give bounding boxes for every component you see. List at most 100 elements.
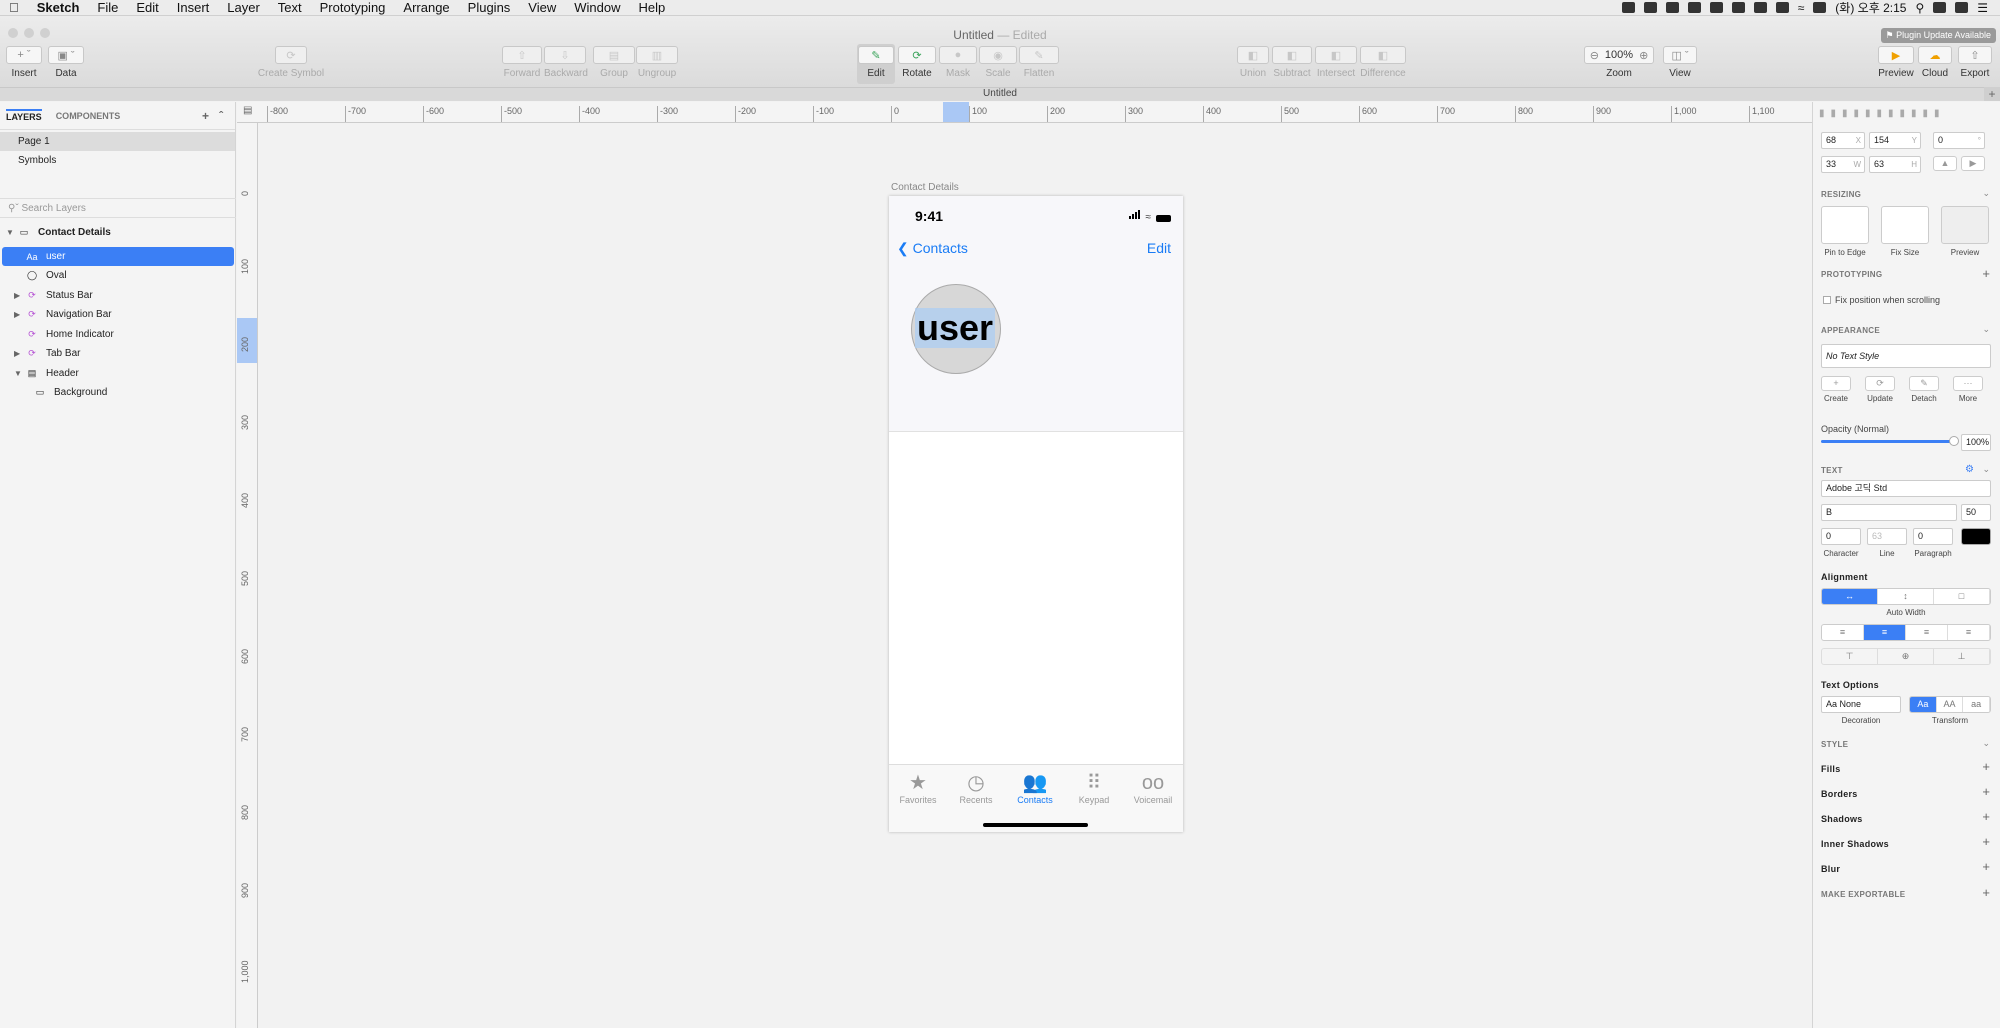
opacity-slider[interactable]	[1821, 440, 1953, 443]
create-style-icon[interactable]: +	[1821, 376, 1851, 391]
group-button[interactable]: ▤ Group	[593, 46, 635, 79]
chevron-down-icon[interactable]: ⌄	[1982, 464, 1990, 475]
fix-position-checkbox[interactable]	[1823, 296, 1831, 304]
opacity-input[interactable]: 100%	[1961, 434, 1991, 451]
status-icon[interactable]	[1775, 2, 1789, 13]
layer-item-home-indicator[interactable]: ⟳ Home Indicator	[0, 325, 236, 344]
more-options-icon[interactable]: ···	[1953, 376, 1983, 391]
layer-item-status-bar[interactable]: ▶ ⟳ Status Bar	[0, 286, 236, 305]
status-icon[interactable]	[1665, 2, 1679, 13]
zoom-stepper[interactable]: ⊖ 100% ⊕	[1584, 46, 1654, 64]
wifi-icon[interactable]: ≈	[1798, 1, 1805, 15]
difference-button[interactable]: ◧ Difference	[1360, 46, 1406, 79]
fixed-size-icon[interactable]: □	[1934, 589, 1990, 604]
mask-button[interactable]: ● Mask	[939, 46, 977, 79]
menu-plugins[interactable]: Plugins	[459, 0, 520, 15]
zoom-control[interactable]: ⊖ 100% ⊕ Zoom	[1584, 46, 1654, 79]
add-export-plus-icon[interactable]: +	[1982, 885, 1990, 900]
line-height-input[interactable]: 63	[1867, 528, 1907, 545]
siri-icon[interactable]	[1933, 2, 1947, 13]
export-button[interactable]: ⇧ Export	[1958, 46, 1992, 79]
align-center-icon[interactable]: ≡	[1864, 625, 1906, 640]
menu-prototyping[interactable]: Prototyping	[311, 0, 395, 15]
cloud-button[interactable]: ☁ Cloud	[1918, 46, 1952, 79]
input-source-icon[interactable]	[1813, 2, 1827, 13]
horizontal-ruler[interactable]: -800 -700 -600 -500 -400 -300 -200 -100 …	[237, 102, 1812, 123]
backward-button[interactable]: ⇩ Backward	[544, 46, 588, 79]
page-item[interactable]: Page 1	[0, 132, 235, 151]
decoration-dropdown[interactable]: Aa None	[1821, 696, 1901, 713]
transform-none-option[interactable]: Aa	[1910, 697, 1937, 712]
tab-components[interactable]: COMPONENTS	[56, 111, 121, 121]
add-inner-shadow-plus-icon[interactable]: +	[1982, 834, 1990, 849]
text-style-dropdown[interactable]: No Text Style	[1821, 344, 1991, 368]
rotate-button[interactable]: ⟳ Rotate	[898, 46, 936, 79]
vertical-ruler[interactable]: 0 100 200 300 400 500 600 700 800 900 1,…	[237, 123, 258, 1028]
add-fill-plus-icon[interactable]: +	[1982, 759, 1990, 774]
text-settings-gear-icon[interactable]: ⚙	[1965, 464, 1974, 475]
menu-layer[interactable]: Layer	[218, 0, 269, 15]
rotation-input[interactable]: 0 °	[1933, 132, 1985, 149]
transform-lowercase-option[interactable]: aa	[1963, 697, 1990, 712]
flip-vertical-icon[interactable]: ▶	[1961, 156, 1985, 171]
menu-text[interactable]: Text	[269, 0, 311, 15]
forward-button[interactable]: ⇧ Forward	[502, 46, 542, 79]
edit-button[interactable]: ✎ Edit	[858, 46, 894, 79]
view-button[interactable]: ◫ ˇ View	[1663, 46, 1697, 79]
tab-keypad[interactable]: ⠿ Keypad	[1065, 771, 1123, 805]
disclosure-closed-icon[interactable]: ▶	[14, 349, 24, 358]
font-weight-dropdown[interactable]: B	[1821, 504, 1957, 521]
disclosure-open-icon[interactable]: ▼	[14, 369, 24, 378]
tab-favorites[interactable]: ★ Favorites	[889, 771, 947, 805]
text-behaviour-segmented[interactable]: ↔ ↕ □	[1821, 588, 1991, 605]
tab-bar[interactable]: ★ Favorites ◷ Recents 👥 Contacts ⠿ Keypa…	[889, 764, 1183, 832]
fix-size-control[interactable]	[1881, 206, 1929, 244]
insert-button[interactable]: + ˇ Insert	[6, 46, 42, 79]
add-border-plus-icon[interactable]: +	[1982, 784, 1990, 799]
add-blur-plus-icon[interactable]: +	[1982, 859, 1990, 874]
align-toolbar-icons[interactable]: ▮▮▮▮▮▮▮▮▮▮▮	[1819, 108, 1946, 119]
collapse-chevron-up-icon[interactable]: ˆ	[219, 109, 223, 123]
tab-layers[interactable]: LAYERS	[6, 109, 42, 122]
zoom-out-icon[interactable]: ⊖	[1590, 49, 1599, 62]
union-button[interactable]: ◧ Union	[1237, 46, 1269, 79]
text-color-swatch[interactable]	[1961, 528, 1991, 545]
layer-item-header[interactable]: ▼ ▤ Header	[0, 364, 236, 383]
align-middle-icon[interactable]: ⊕	[1878, 649, 1934, 664]
avatar-user-text[interactable]: user	[915, 308, 996, 348]
header-background[interactable]: 9:41 ≈ ❮ Contacts Edit user	[889, 196, 1183, 432]
transform-segmented[interactable]: Aa AA aa	[1909, 696, 1991, 713]
layer-artboard-contact-details[interactable]: ▼ ▭ Contact Details	[0, 223, 236, 242]
auto-height-icon[interactable]: ↕	[1878, 589, 1934, 604]
zoom-in-icon[interactable]: ⊕	[1639, 49, 1648, 62]
opacity-slider-handle[interactable]	[1949, 436, 1959, 446]
add-prototyping-plus-icon[interactable]: +	[1982, 266, 1990, 281]
align-justify-icon[interactable]: ≡	[1948, 625, 1990, 640]
create-symbol-button[interactable]: ⟳ Create Symbol	[256, 46, 326, 79]
back-button[interactable]: ❮ Contacts	[897, 240, 968, 257]
layer-item-oval[interactable]: ◯ Oval	[0, 266, 236, 285]
text-alignment-segmented[interactable]: ≡ ≡ ≡ ≡	[1821, 624, 1991, 641]
notification-center-icon[interactable]: ☰	[1977, 1, 1988, 15]
pin-to-edge-control[interactable]	[1821, 206, 1869, 244]
menu-window[interactable]: Window	[565, 0, 629, 15]
flip-horizontal-icon[interactable]: ▲	[1933, 156, 1957, 171]
chevron-down-icon[interactable]: ⌄	[1982, 738, 1990, 749]
status-icon[interactable]	[1731, 2, 1745, 13]
add-page-plus-icon[interactable]: +	[202, 109, 209, 123]
status-icon[interactable]	[1753, 2, 1767, 13]
align-left-icon[interactable]: ≡	[1822, 625, 1864, 640]
search-layers-input[interactable]: ⚲ˇ Search Layers	[0, 198, 236, 218]
align-right-icon[interactable]: ≡	[1906, 625, 1948, 640]
chevron-down-icon[interactable]: ⌄	[1982, 324, 1990, 335]
y-position-input[interactable]: 154 Y	[1869, 132, 1921, 149]
font-family-dropdown[interactable]: Adobe 고딕 Std	[1821, 480, 1991, 497]
height-input[interactable]: 63 H	[1869, 156, 1921, 173]
page-item[interactable]: Symbols	[0, 151, 235, 170]
add-shadow-plus-icon[interactable]: +	[1982, 809, 1990, 824]
tab-contacts[interactable]: 👥 Contacts	[1006, 771, 1064, 805]
character-spacing-input[interactable]: 0	[1821, 528, 1861, 545]
apple-icon[interactable]: 	[0, 0, 28, 15]
scale-button[interactable]: ◉ Scale	[979, 46, 1017, 79]
menu-insert[interactable]: Insert	[168, 0, 219, 15]
